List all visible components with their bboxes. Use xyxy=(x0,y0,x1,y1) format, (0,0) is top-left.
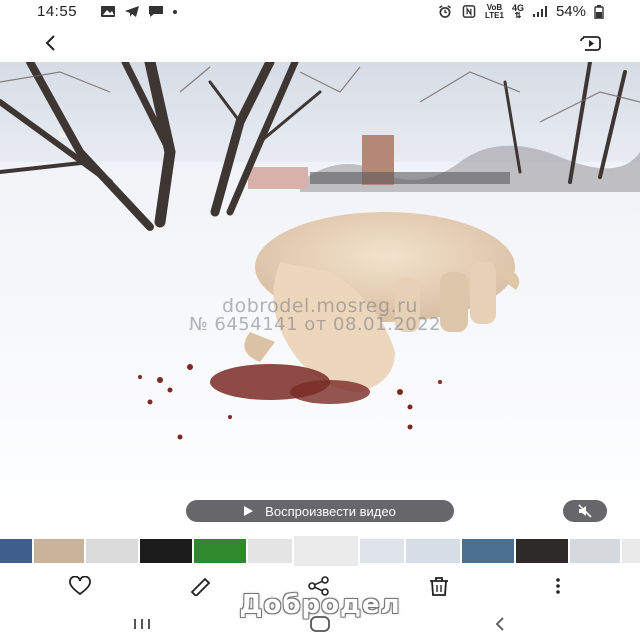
top-bar xyxy=(0,24,640,62)
thumb-1[interactable] xyxy=(0,539,32,563)
thumbnail-strip[interactable] xyxy=(0,534,640,568)
thumb-11[interactable] xyxy=(516,539,568,563)
play-video-button[interactable]: Воспроизвести видео xyxy=(186,500,454,522)
network-label-bottom: LTE1 xyxy=(484,10,504,20)
status-right: VoB LTE1 4G ⇅ 54% xyxy=(437,3,604,20)
battery-percent: 54% xyxy=(555,3,586,20)
back-button[interactable] xyxy=(38,30,64,56)
thumb-12[interactable] xyxy=(570,539,620,563)
system-back-button[interactable] xyxy=(486,614,514,634)
chevron-left-icon xyxy=(45,35,55,51)
thumb-4[interactable] xyxy=(140,539,192,563)
recents-button[interactable] xyxy=(128,614,156,634)
status-time: 14:55 xyxy=(37,3,78,20)
signal-type: 4G ⇅ xyxy=(511,2,524,20)
signal-strength-icon xyxy=(532,6,547,17)
nfc-icon xyxy=(462,5,476,18)
thumb-9[interactable] xyxy=(406,539,460,563)
thumb-2[interactable] xyxy=(34,539,84,563)
telegram-icon xyxy=(125,6,139,17)
home-icon xyxy=(310,616,330,632)
dot-icon xyxy=(173,10,177,14)
alarm-icon xyxy=(439,5,451,18)
network-label: VoB LTE1 xyxy=(484,3,504,20)
notification-icons xyxy=(100,5,178,18)
recents-icon xyxy=(134,619,150,629)
thumb-10[interactable] xyxy=(462,539,514,563)
message-icon xyxy=(149,6,163,17)
play-icon xyxy=(244,506,254,516)
battery-icon xyxy=(594,4,604,19)
status-bar: 14:55 VoB LTE1 4G ⇅ 54% xyxy=(0,0,640,24)
play-video-label: Воспроизвести видео xyxy=(265,503,396,519)
back-icon xyxy=(495,617,504,631)
thumb-8[interactable] xyxy=(360,539,404,563)
thumb-3[interactable] xyxy=(86,539,138,563)
thumb-13[interactable] xyxy=(622,539,640,563)
thumb-6[interactable] xyxy=(248,539,292,563)
navigation-bar xyxy=(0,608,640,640)
thumb-7[interactable] xyxy=(292,534,360,568)
home-button[interactable] xyxy=(306,614,334,634)
media-viewer[interactable]: dobrodel.mosreg.ru № 6454141 от 08.01.20… xyxy=(0,62,640,532)
play-in-frame-icon xyxy=(580,36,601,51)
mute-button[interactable] xyxy=(563,500,607,522)
watermark-number: № 6454141 от 08.01.2022 xyxy=(188,314,442,335)
video-player-button[interactable] xyxy=(578,30,604,56)
thumb-5[interactable] xyxy=(194,539,246,563)
speaker-muted-icon xyxy=(578,504,592,518)
gallery-notification-icon xyxy=(101,6,115,17)
